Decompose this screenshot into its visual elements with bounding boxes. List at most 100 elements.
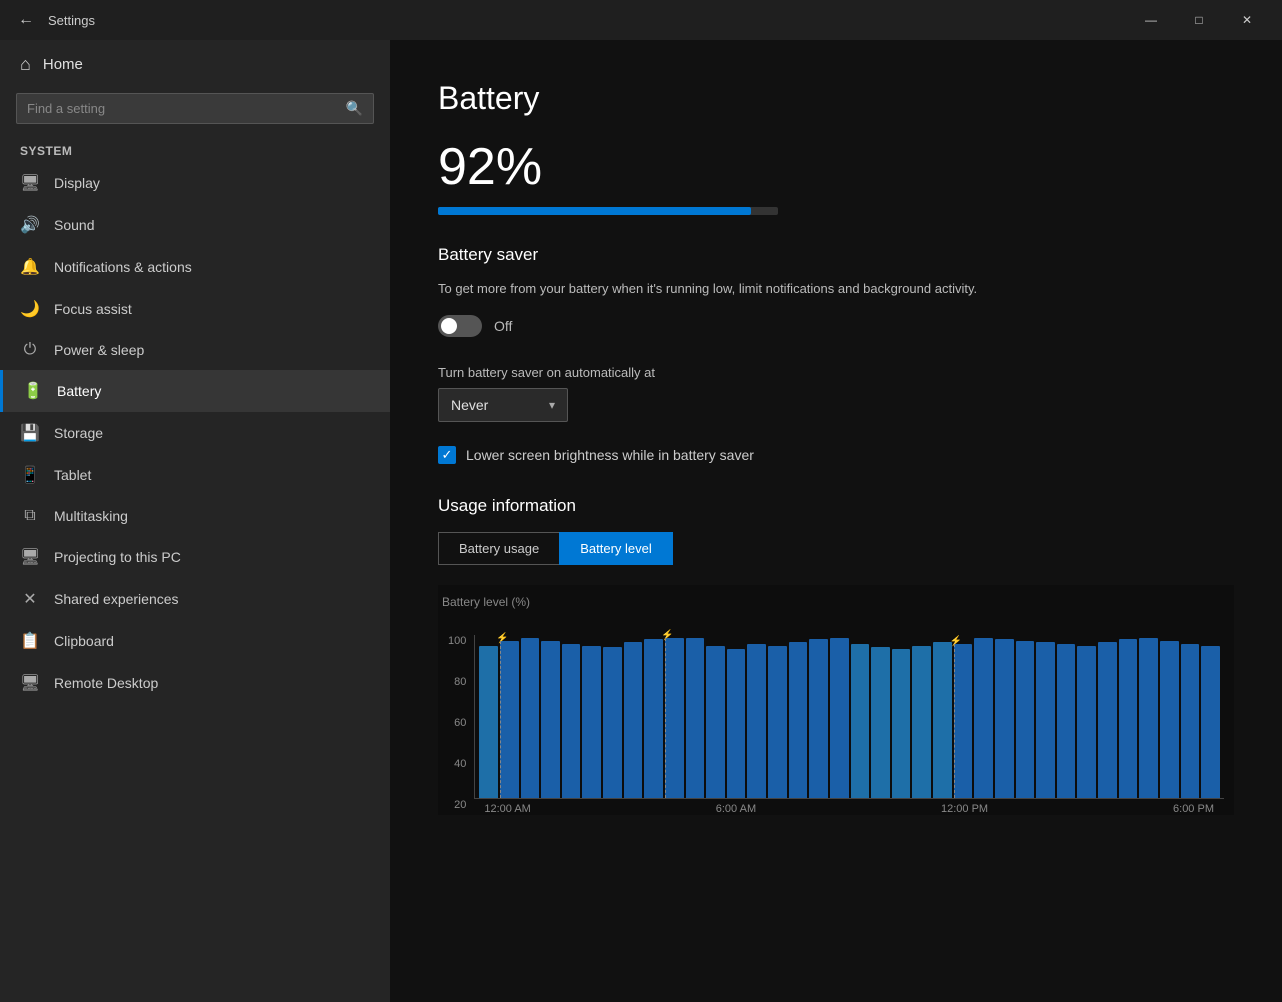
battery-saver-toggle[interactable] [438, 315, 482, 337]
sidebar-item-tablet[interactable]: 📱 Tablet [0, 454, 390, 496]
chart-bar [727, 649, 746, 798]
chart-bar [892, 649, 911, 798]
maximize-icon: □ [1195, 13, 1202, 27]
sidebar-item-remote-label: Remote Desktop [54, 675, 158, 691]
x-label-12pm: 12:00 PM [941, 803, 988, 815]
chart-bar [1036, 642, 1055, 797]
sidebar-item-projecting[interactable]: 🖥 Projecting to this PC [0, 536, 390, 578]
chart-bar [603, 647, 622, 797]
sidebar-item-clipboard[interactable]: 📋 Clipboard [0, 620, 390, 662]
battery-saver-title: Battery saver [438, 245, 1234, 265]
sidebar-item-remote[interactable]: 🖥 Remote Desktop [0, 662, 390, 704]
y-tick-40: 40 [448, 758, 466, 770]
sidebar-item-clipboard-label: Clipboard [54, 633, 114, 649]
search-input[interactable] [27, 101, 346, 116]
sidebar: ⌂ Home 🔍 System 🖥 Display 🔊 Sound 🔔 Noti… [0, 40, 390, 1002]
usage-tab-bar: Battery usage Battery level [438, 532, 1234, 565]
sidebar-item-multitasking-label: Multitasking [54, 508, 128, 524]
chart-bar [706, 646, 725, 798]
chart-bar: ⚡ [665, 638, 684, 798]
chart-bar [933, 642, 952, 797]
back-button[interactable]: ← [12, 6, 40, 34]
chart-bar [1016, 641, 1035, 798]
chart-bar: ⚡ [954, 644, 973, 798]
search-box[interactable]: 🔍 [16, 93, 374, 124]
chevron-down-icon: ▾ [549, 398, 555, 412]
tab-battery-usage[interactable]: Battery usage [438, 532, 559, 565]
content-area: Battery 92% Battery saver To get more fr… [390, 40, 1282, 1002]
charging-marker-line [500, 641, 501, 798]
brightness-checkbox[interactable]: ✓ [438, 446, 456, 464]
sidebar-item-notifications[interactable]: 🔔 Notifications & actions [0, 246, 390, 288]
chart-bar [1057, 644, 1076, 798]
charging-marker-line [954, 644, 955, 798]
maximize-button[interactable]: □ [1176, 4, 1222, 36]
home-label: Home [43, 56, 83, 73]
minimize-icon: — [1145, 13, 1157, 27]
chart-bar [541, 641, 560, 798]
notifications-icon: 🔔 [20, 257, 40, 277]
chart-y-label: Battery level (%) [438, 595, 1234, 609]
chart-bar [809, 639, 828, 797]
sidebar-item-shared-label: Shared experiences [54, 591, 179, 607]
chart-bar [995, 639, 1014, 797]
chart-bar [1181, 644, 1200, 798]
tablet-icon: 📱 [20, 465, 40, 485]
close-button[interactable]: ✕ [1224, 4, 1270, 36]
chart-bar [789, 642, 808, 797]
chart-bar [830, 638, 849, 798]
y-tick-60: 60 [448, 717, 466, 729]
x-label-6am: 6:00 AM [716, 803, 756, 815]
sidebar-item-home[interactable]: ⌂ Home [0, 40, 390, 89]
chart-bar [521, 638, 540, 798]
dropdown-label: Turn battery saver on automatically at [438, 365, 1234, 380]
battery-chart: Battery level (%) 100 80 60 40 20 ⚡⚡⚡ 12… [438, 585, 1234, 815]
system-section-label: System [0, 136, 390, 162]
chart-bar [582, 646, 601, 798]
chart-area: 100 80 60 40 20 ⚡⚡⚡ 12:00 AM 6:00 AM 12:… [438, 615, 1234, 815]
sidebar-item-focus[interactable]: 🌙 Focus assist [0, 288, 390, 330]
chart-bar [912, 646, 931, 798]
sidebar-item-sound[interactable]: 🔊 Sound [0, 204, 390, 246]
page-title: Battery [438, 80, 1234, 117]
chart-bar [871, 647, 890, 797]
chart-bar [686, 638, 705, 798]
brightness-checkbox-row: ✓ Lower screen brightness while in batte… [438, 446, 1234, 464]
charging-marker-icon: ⚡ [496, 633, 508, 644]
storage-icon: 💾 [20, 423, 40, 443]
sidebar-item-battery[interactable]: 🔋 Battery [0, 370, 390, 412]
y-tick-80: 80 [448, 676, 466, 688]
shared-icon: ✕ [20, 589, 40, 609]
chart-bars: ⚡⚡⚡ [474, 635, 1224, 799]
toggle-label: Off [494, 318, 512, 334]
chart-bar [851, 644, 870, 798]
tab-battery-level[interactable]: Battery level [559, 532, 673, 565]
sidebar-item-tablet-label: Tablet [54, 467, 91, 483]
battery-bar-fill [438, 207, 751, 215]
sound-icon: 🔊 [20, 215, 40, 235]
sidebar-item-shared[interactable]: ✕ Shared experiences [0, 578, 390, 620]
chart-bar [747, 644, 766, 798]
sidebar-item-power[interactable]: ⏻ Power & sleep [0, 330, 390, 370]
y-tick-100: 100 [448, 635, 466, 647]
x-label-12am: 12:00 AM [484, 803, 530, 815]
chart-bar [1098, 642, 1117, 797]
app-body: ⌂ Home 🔍 System 🖥 Display 🔊 Sound 🔔 Noti… [0, 40, 1282, 1002]
sidebar-item-storage-label: Storage [54, 425, 103, 441]
sidebar-item-focus-label: Focus assist [54, 301, 132, 317]
brightness-checkbox-label: Lower screen brightness while in battery… [466, 447, 754, 463]
charging-marker-icon: ⚡ [950, 636, 962, 647]
projecting-icon: 🖥 [20, 547, 40, 567]
y-tick-20: 20 [448, 799, 466, 811]
sidebar-item-storage[interactable]: 💾 Storage [0, 412, 390, 454]
chart-bar: ⚡ [500, 641, 519, 798]
battery-saver-dropdown[interactable]: Never ▾ [438, 388, 568, 422]
chart-bar [768, 646, 787, 798]
battery-bar [438, 207, 778, 215]
focus-icon: 🌙 [20, 299, 40, 319]
minimize-button[interactable]: — [1128, 4, 1174, 36]
sidebar-item-multitasking[interactable]: ⧉ Multitasking [0, 496, 390, 536]
sidebar-item-notifications-label: Notifications & actions [54, 259, 192, 275]
chart-bar [1077, 646, 1096, 798]
sidebar-item-display[interactable]: 🖥 Display [0, 162, 390, 204]
